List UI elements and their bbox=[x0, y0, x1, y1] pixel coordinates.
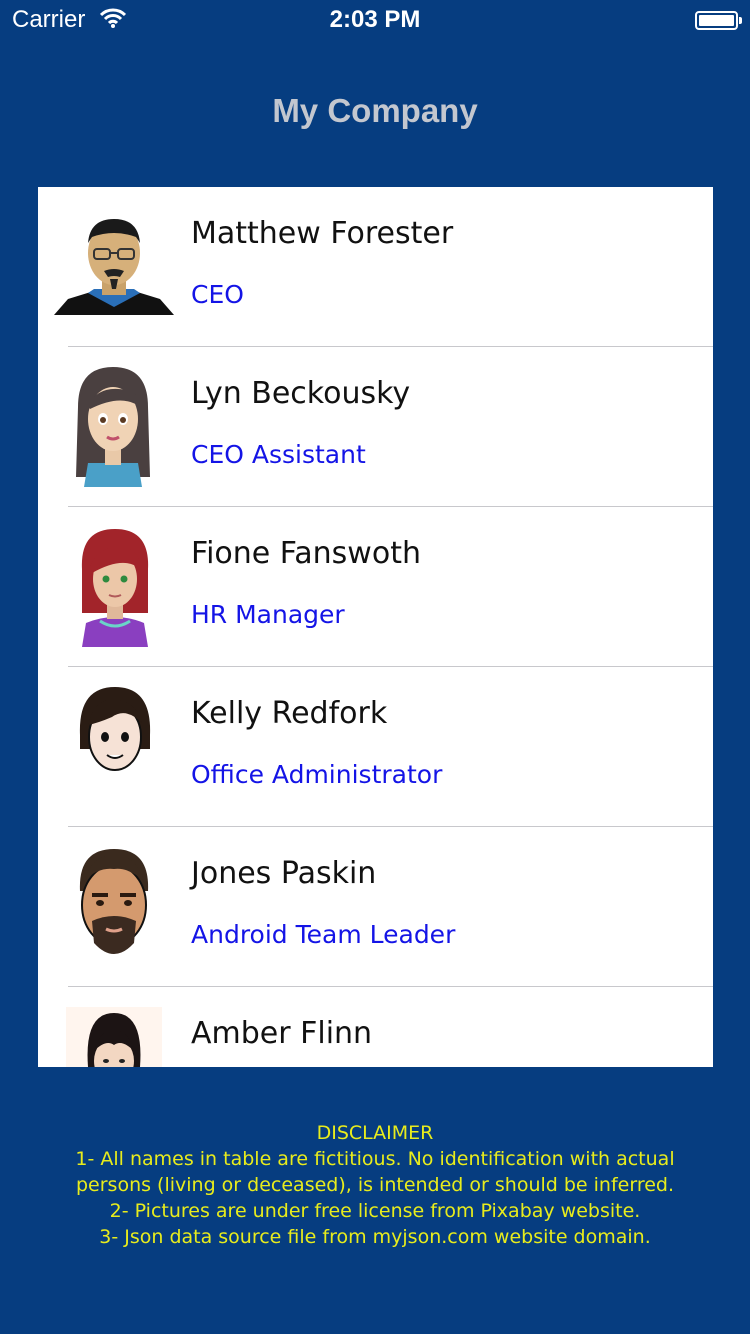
employee-name: Jones Paskin bbox=[191, 856, 377, 891]
employee-role: Android Team Leader bbox=[191, 920, 456, 949]
table-row[interactable]: Matthew Forester CEO bbox=[38, 187, 713, 347]
woman-dark-hair-icon bbox=[66, 1007, 162, 1067]
table-row[interactable]: Jones Paskin Android Team Leader bbox=[38, 827, 713, 987]
disclaimer-heading: DISCLAIMER bbox=[316, 1122, 434, 1144]
employee-role: CEO bbox=[191, 280, 244, 309]
man-glasses-goatee-icon bbox=[54, 219, 174, 315]
status-bar: Carrier 2:03 PM bbox=[0, 0, 750, 40]
employee-role: CEO Assistant bbox=[191, 440, 366, 469]
woman-red-hair-icon bbox=[81, 529, 149, 647]
employee-name: Amber Flinn bbox=[191, 1016, 373, 1051]
table-row[interactable]: Kelly Redfork Office Administrator bbox=[38, 667, 713, 827]
employee-name: Matthew Forester bbox=[191, 216, 454, 251]
employee-name: Kelly Redfork bbox=[191, 696, 388, 731]
employee-name: Lyn Beckousky bbox=[191, 376, 411, 411]
disclaimer-line: persons (living or deceased), is intende… bbox=[75, 1174, 675, 1196]
table-row[interactable]: Fione Fanswoth HR Manager bbox=[38, 507, 713, 667]
employee-name: Fione Fanswoth bbox=[191, 536, 421, 571]
disclaimer-line: 2- Pictures are under free license from … bbox=[109, 1200, 641, 1222]
page-title: My Company bbox=[272, 92, 478, 129]
employee-role: Office Administrator bbox=[191, 760, 443, 789]
woman-long-hair-icon bbox=[76, 367, 150, 487]
disclaimer-line: 1- All names in table are fictitious. No… bbox=[75, 1148, 675, 1170]
employee-role: HR Manager bbox=[191, 600, 345, 629]
clock: 2:03 PM bbox=[329, 6, 421, 33]
man-beard-icon bbox=[79, 849, 149, 954]
table-row[interactable]: Lyn Beckousky CEO Assistant bbox=[38, 347, 713, 507]
disclaimer: DISCLAIMER 1- All names in table are fic… bbox=[0, 1120, 750, 1250]
employee-table[interactable]: Matthew Forester CEO Lyn Beckousky CEO A… bbox=[38, 187, 713, 1067]
disclaimer-line: 3- Json data source file from myjson.com… bbox=[99, 1226, 651, 1248]
battery-icon bbox=[695, 11, 742, 30]
woman-bob-hair-icon bbox=[79, 687, 151, 771]
table-row[interactable]: Amber Flinn bbox=[38, 987, 713, 1067]
